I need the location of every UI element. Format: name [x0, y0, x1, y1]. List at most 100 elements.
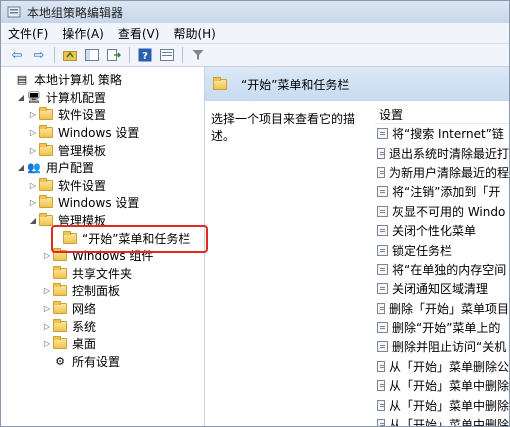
folder-icon	[39, 177, 53, 191]
tree-node-label: 本地计算机 策略	[34, 73, 122, 88]
tree-node[interactable]: ◢ 管理模板	[1, 212, 204, 230]
folder-icon	[53, 336, 67, 350]
setting-row-label: 将“注销”添加到「开	[392, 185, 501, 200]
tree-node-label: 管理模板	[58, 214, 107, 229]
tree-node[interactable]: ◢ 🖥 计算机配置	[1, 89, 204, 107]
setting-row-label: 从「开始」菜单中删除	[388, 418, 509, 426]
collapse-arrow-icon[interactable]: ◢	[15, 93, 27, 102]
content-header-title: “开始”菜单和任务栏	[241, 77, 350, 92]
policy-icon: ▤	[16, 73, 28, 87]
expand-arrow-icon[interactable]: ▷	[27, 198, 39, 207]
up-folder-icon[interactable]	[60, 46, 80, 64]
setting-row-label: 删除“开始”菜单上的	[392, 321, 501, 336]
tree-node[interactable]: ▷ Windows 设置	[1, 124, 204, 142]
setting-row[interactable]: 从「开始」菜单中删除	[375, 415, 509, 426]
expand-arrow-icon[interactable]: ▷	[41, 304, 53, 313]
folder-icon	[53, 265, 67, 279]
setting-row[interactable]: 关闭通知区域清理	[375, 279, 509, 298]
policy-setting-icon	[377, 225, 388, 237]
export-list-icon[interactable]	[104, 46, 124, 64]
show-hide-tree-icon[interactable]	[82, 46, 102, 64]
tree-node[interactable]: “开始”菜单和任务栏	[1, 229, 204, 247]
menu-help[interactable]: 帮助(H)	[166, 25, 222, 42]
menu-bar: 文件(F) 操作(A) 查看(V) 帮助(H)	[1, 23, 509, 44]
tree-node-label: 网络	[72, 302, 97, 317]
policy-setting-icon	[377, 128, 388, 140]
folder-icon	[53, 283, 67, 297]
menu-action[interactable]: 操作(A)	[55, 25, 111, 42]
setting-row-label: 删除「开始」菜单项目	[388, 301, 509, 316]
filter-icon[interactable]	[188, 46, 208, 64]
setting-row-label: 从「开始」菜单中删除	[388, 379, 509, 394]
tree-node[interactable]: ◢ 👥 用户配置	[1, 159, 204, 177]
folder-icon	[39, 125, 53, 139]
menu-view[interactable]: 查看(V)	[111, 25, 167, 42]
policy-setting-icon	[377, 263, 388, 275]
expand-arrow-icon[interactable]: ▷	[41, 251, 53, 260]
tree-node[interactable]: ▷ Windows 设置	[1, 194, 204, 212]
collapse-arrow-icon[interactable]: ◢	[15, 163, 27, 172]
policy-setting-icon	[377, 205, 388, 217]
setting-row-label: 从「开始」菜单中删除	[388, 398, 509, 413]
column-header-settings[interactable]: 设置	[375, 101, 509, 124]
policy-setting-icon	[377, 360, 385, 372]
expand-arrow-icon[interactable]: ▷	[27, 146, 39, 155]
properties-icon[interactable]	[157, 46, 177, 64]
setting-row[interactable]: 删除并阻止访问“关机	[375, 337, 509, 356]
title-bar: 本地组策略编辑器	[1, 1, 509, 23]
expand-arrow-icon[interactable]: ▷	[27, 181, 39, 190]
tree-node[interactable]: ▷ 软件设置	[1, 177, 204, 195]
tree-node[interactable]: ▷ 桌面	[1, 335, 204, 353]
tree-node-label: 计算机配置	[46, 90, 107, 105]
folder-icon	[39, 195, 53, 209]
setting-row[interactable]: 从「开始」菜单中删除	[375, 376, 509, 395]
tree-node-label: 软件设置	[58, 108, 107, 123]
setting-row[interactable]: 从「开始」菜单中删除	[375, 395, 509, 414]
expand-arrow-icon[interactable]: ▷	[27, 110, 39, 119]
setting-row-label: 删除并阻止访问“关机	[392, 340, 507, 355]
setting-row[interactable]: 为新用户清除最近的程	[375, 163, 509, 182]
toolbar-separator	[54, 47, 55, 63]
setting-row[interactable]: 删除“开始”菜单上的	[375, 318, 509, 337]
tree-node[interactable]: ▷ 控制面板	[1, 282, 204, 300]
back-arrow-icon[interactable]: ⇦	[7, 46, 27, 64]
computer-icon: 🖥	[27, 90, 41, 104]
setting-row[interactable]: 将“注销”添加到「开	[375, 182, 509, 201]
setting-row[interactable]: 从「开始」菜单删除公	[375, 357, 509, 376]
setting-row[interactable]: 退出系统时清除最近打	[375, 143, 509, 162]
tree-node[interactable]: ⚙ 所有设置	[1, 353, 204, 371]
tree-node[interactable]: ▷ Windows 组件	[1, 247, 204, 265]
setting-row[interactable]: 灰显不可用的 Windo	[375, 202, 509, 221]
policy-setting-icon	[377, 302, 385, 314]
tree-node[interactable]: 共享文件夹	[1, 265, 204, 283]
tree-node[interactable]: ▷ 软件设置	[1, 106, 204, 124]
tree-pane: ▤ 本地计算机 策略 ◢ 🖥 计算机配置 ▷ 软件设置 ▷ Windows 设置 ▷ 管理模板 ◢ 👥 用…	[1, 67, 205, 426]
tree-node[interactable]: ▷ 网络	[1, 300, 204, 318]
expand-arrow-icon[interactable]: ▷	[27, 128, 39, 137]
svg-text:?: ?	[142, 51, 148, 62]
folder-icon	[53, 248, 67, 262]
expand-arrow-icon[interactable]: ▷	[41, 339, 53, 348]
help-icon[interactable]: ?	[135, 46, 155, 64]
menu-file[interactable]: 文件(F)	[1, 25, 55, 42]
tree-node[interactable]: ▤ 本地计算机 策略	[1, 71, 204, 89]
setting-row[interactable]: 将“搜索 Internet”链	[375, 124, 509, 143]
setting-row-label: 退出系统时清除最近打	[388, 146, 509, 161]
forward-arrow-icon[interactable]: ⇨	[29, 46, 49, 64]
tree-node[interactable]: ▷ 管理模板	[1, 141, 204, 159]
policy-setting-icon	[377, 341, 388, 353]
tree-node-label: 控制面板	[72, 284, 121, 299]
policy-setting-icon	[377, 283, 388, 295]
tree-node-label: 用户配置	[46, 161, 95, 176]
setting-row[interactable]: 删除「开始」菜单项目	[375, 299, 509, 318]
expand-arrow-icon[interactable]: ▷	[41, 322, 53, 331]
setting-row-label: 关闭通知区域清理	[392, 282, 489, 297]
setting-row[interactable]: 锁定任务栏	[375, 240, 509, 259]
setting-row[interactable]: 关闭个性化菜单	[375, 221, 509, 240]
collapse-arrow-icon[interactable]: ◢	[27, 216, 39, 225]
tree-node[interactable]: ▷ 系统	[1, 317, 204, 335]
tree-node-label: “开始”菜单和任务栏	[82, 231, 191, 246]
setting-row[interactable]: 将“在单独的内存空间	[375, 260, 509, 279]
setting-row-label: 将“在单独的内存空间	[392, 262, 507, 277]
expand-arrow-icon[interactable]: ▷	[41, 286, 53, 295]
